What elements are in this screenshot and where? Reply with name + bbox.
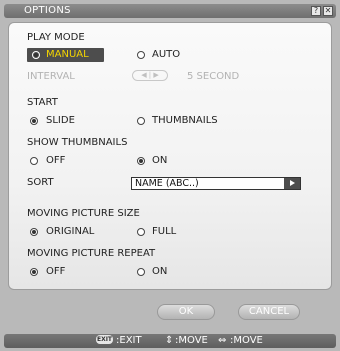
play-mode-heading: PLAY MODE <box>27 32 85 43</box>
show-thumbnails-off-label: OFF <box>46 155 66 166</box>
sort-select[interactable]: NAME (ABC..) <box>131 177 301 190</box>
repeat-on-radio[interactable] <box>137 268 145 276</box>
close-button[interactable]: ✕ <box>323 6 333 16</box>
exit-hint: :EXIT <box>116 335 142 346</box>
updown-arrow-icon: ⇕ <box>165 335 174 346</box>
ok-button[interactable]: OK <box>157 304 215 320</box>
auto-radio[interactable] <box>137 51 145 59</box>
interval-label: INTERVAL <box>27 71 75 82</box>
slide-radio[interactable] <box>30 117 38 125</box>
help-button[interactable]: ? <box>311 6 321 16</box>
interval-value: 5 SECOND <box>187 71 240 82</box>
manual-radio[interactable] <box>32 51 40 59</box>
full-radio[interactable] <box>137 228 145 236</box>
original-label: ORIGINAL <box>46 226 95 237</box>
thumbnails-radio[interactable] <box>137 117 145 125</box>
show-thumbnails-on-label: ON <box>152 155 168 166</box>
moving-picture-repeat-heading: MOVING PICTURE REPEAT <box>27 248 156 259</box>
sort-label: SORT <box>27 177 54 188</box>
repeat-off-label: OFF <box>46 266 66 277</box>
play-mode-manual-option[interactable]: MANUAL <box>27 48 104 62</box>
leftright-arrow-icon: ⇔ <box>218 335 227 346</box>
move-hint: :MOVE <box>175 335 208 346</box>
slide-label: SLIDE <box>46 115 75 126</box>
moving-picture-size-heading: MOVING PICTURE SIZE <box>27 208 140 219</box>
sort-arrow-icon[interactable] <box>284 178 300 189</box>
move-hint-2: :MOVE <box>230 335 263 346</box>
original-radio[interactable] <box>30 228 38 236</box>
start-heading: START <box>27 97 58 108</box>
interval-stepper[interactable]: ◀ | ▶ <box>132 70 168 81</box>
thumbnails-label: THUMBNAILS <box>152 115 218 126</box>
options-dialog: OPTIONS ? ✕ PLAY MODE MANUAL AUTO INTERV… <box>0 0 340 351</box>
status-bar: EXIT :EXIT ⇕ :MOVE ⇔ :MOVE <box>4 334 336 348</box>
show-thumbnails-off-radio[interactable] <box>30 157 38 165</box>
repeat-off-radio[interactable] <box>30 268 38 276</box>
auto-label: AUTO <box>152 49 181 60</box>
full-label: FULL <box>152 226 177 237</box>
show-thumbnails-heading: SHOW THUMBNAILS <box>27 137 128 148</box>
manual-label: MANUAL <box>46 49 89 60</box>
cancel-button[interactable]: CANCEL <box>238 304 300 320</box>
repeat-on-label: ON <box>152 266 168 277</box>
exit-key-icon: EXIT <box>96 335 113 344</box>
title-bar: OPTIONS ? ✕ <box>4 4 336 18</box>
sort-value: NAME (ABC..) <box>135 178 199 189</box>
show-thumbnails-on-radio[interactable] <box>137 157 145 165</box>
dialog-title: OPTIONS <box>24 5 71 16</box>
